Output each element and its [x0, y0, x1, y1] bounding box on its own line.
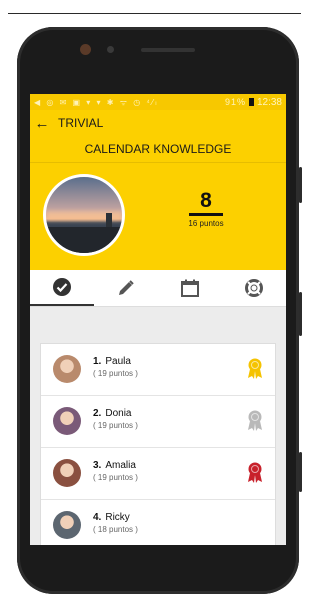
volume-button — [299, 167, 302, 203]
player-points: ( 19 puntos ) — [93, 473, 138, 482]
phone-frame: ◀ ◎ ✉ ▣ ▾ ▾ ✱ ᯤ ◷ ⁴⁄ₗ 91% 12:38 ← TRIVIA… — [17, 27, 302, 594]
tab-results[interactable] — [30, 270, 94, 306]
player-rank: 1. — [93, 356, 102, 367]
app-title: TRIVIAL — [58, 116, 104, 130]
player-points: ( 19 puntos ) — [93, 421, 138, 430]
player-name: Donia — [105, 408, 132, 419]
front-camera — [80, 44, 91, 55]
ranking-row[interactable]: 4. Ricky ( 18 puntos ) — [41, 500, 275, 545]
app-toolbar: ← TRIVIAL — [30, 110, 286, 136]
page-divider — [8, 13, 301, 14]
tab-calendar[interactable] — [158, 270, 222, 306]
player-name-line: 4. Ricky — [93, 512, 130, 523]
check-circle-icon — [53, 278, 71, 296]
ranking-row[interactable]: 1. Paula ( 19 puntos ) — [41, 344, 275, 396]
player-points: ( 19 puntos ) — [93, 369, 138, 378]
app-screen: ◀ ◎ ✉ ▣ ▾ ▾ ✱ ᯤ ◷ ⁴⁄ₗ 91% 12:38 ← TRIVIA… — [30, 94, 286, 545]
tab-edit[interactable] — [94, 270, 158, 306]
player-avatar — [53, 407, 81, 435]
player-name: Paula — [105, 356, 131, 367]
quiz-title: CALENDAR KNOWLEDGE — [30, 136, 286, 163]
score-points: 16 puntos — [188, 219, 224, 228]
ranking-row[interactable]: 3. Amalia ( 19 puntos ) — [41, 448, 275, 500]
profile-header: 8 16 puntos — [30, 163, 286, 270]
ranking-list: 1. Paula ( 19 puntos ) 2. Donia ( 19 puntos )… — [40, 343, 276, 545]
player-rank: 3. — [93, 460, 102, 471]
score-value: 8 — [200, 189, 212, 212]
score-box: 8 16 puntos — [180, 189, 232, 228]
gold-medal-icon — [247, 357, 263, 384]
pencil-icon — [119, 280, 134, 295]
silver-medal-icon — [247, 409, 263, 436]
side-button — [299, 452, 302, 492]
ranking-row[interactable]: 2. Donia ( 19 puntos ) — [41, 396, 275, 448]
player-name-line: 3. Amalia — [93, 460, 136, 471]
player-name-line: 2. Donia — [93, 408, 131, 419]
player-avatar — [53, 355, 81, 383]
player-avatar — [53, 459, 81, 487]
player-points: ( 18 puntos ) — [93, 525, 138, 534]
score-underline — [189, 213, 223, 216]
battery-icon — [248, 98, 254, 106]
tab-bar — [30, 270, 286, 307]
player-avatar — [53, 511, 81, 539]
bronze-medal-icon — [247, 461, 263, 488]
status-icons: ◀ ◎ ✉ ▣ ▾ ▾ ✱ ᯤ ◷ ⁴⁄ₗ — [34, 97, 159, 107]
player-rank: 4. — [93, 512, 102, 523]
player-name: Ricky — [105, 512, 130, 523]
tab-help[interactable] — [222, 270, 286, 306]
player-name-line: 1. Paula — [93, 356, 131, 367]
power-button — [299, 292, 302, 336]
proximity-sensor — [107, 46, 114, 53]
profile-avatar[interactable] — [43, 174, 125, 256]
lifebuoy-icon — [245, 279, 263, 297]
player-name: Amalia — [105, 460, 136, 471]
earpiece-speaker — [141, 48, 195, 52]
calendar-icon — [181, 279, 199, 297]
clock: 12:38 — [256, 96, 282, 108]
battery-level: 91% — [224, 97, 246, 107]
status-bar: ◀ ◎ ✉ ▣ ▾ ▾ ✱ ᯤ ◷ ⁴⁄ₗ 91% 12:38 — [30, 94, 286, 110]
back-arrow-icon[interactable]: ← — [30, 115, 54, 132]
player-rank: 2. — [93, 408, 102, 419]
